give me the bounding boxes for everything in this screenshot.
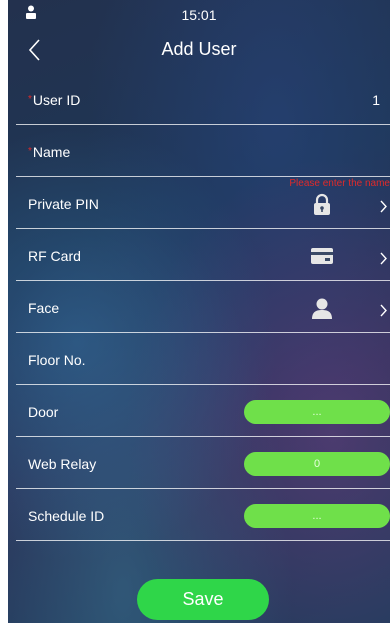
chevron-right-icon <box>380 200 387 213</box>
chevron-right-icon <box>380 252 387 265</box>
rf-card-row[interactable]: RF Card <box>16 228 390 281</box>
rf-card-label: RF Card <box>28 248 81 264</box>
name-row[interactable]: *Name <box>16 124 390 177</box>
name-label-text: Name <box>32 144 71 160</box>
save-button[interactable]: Save <box>137 579 269 620</box>
required-mark: * <box>28 94 32 105</box>
lock-icon <box>314 193 330 215</box>
schedule-id-select[interactable]: ... <box>244 504 390 528</box>
add-user-screen: 15:01 Add User *User ID 1 *Name Please e… <box>8 0 390 623</box>
door-label: Door <box>28 404 59 420</box>
floor-no-row[interactable]: Floor No. <box>16 332 390 385</box>
door-select[interactable]: ... <box>244 400 390 424</box>
face-label: Face <box>28 300 60 316</box>
user-id-value: 1 <box>372 92 380 108</box>
schedule-id-row: Schedule ID ... <box>16 488 390 541</box>
user-id-label: *User ID <box>28 92 80 108</box>
name-error-hint: Please enter the name <box>289 178 390 189</box>
door-row: Door ... <box>16 384 390 437</box>
floor-no-label: Floor No. <box>28 352 86 368</box>
web-relay-row: Web Relay 0 <box>16 436 390 489</box>
name-label: *Name <box>28 144 70 160</box>
status-time: 15:01 <box>181 7 217 23</box>
status-bar: 15:01 <box>8 0 390 28</box>
private-pin-label: Private PIN <box>28 196 99 212</box>
card-icon <box>311 248 333 264</box>
user-id-label-text: User ID <box>32 92 81 108</box>
person-icon <box>312 298 332 319</box>
chevron-right-icon <box>380 304 387 317</box>
web-relay-label: Web Relay <box>28 456 97 472</box>
required-mark: * <box>28 146 32 157</box>
page-title: Add User <box>161 39 237 59</box>
user-id-row[interactable]: *User ID 1 <box>16 72 390 125</box>
private-pin-row[interactable]: Please enter the name Private PIN <box>16 176 390 229</box>
face-row[interactable]: Face <box>16 280 390 333</box>
web-relay-select[interactable]: 0 <box>244 452 390 476</box>
schedule-id-label: Schedule ID <box>28 508 105 524</box>
